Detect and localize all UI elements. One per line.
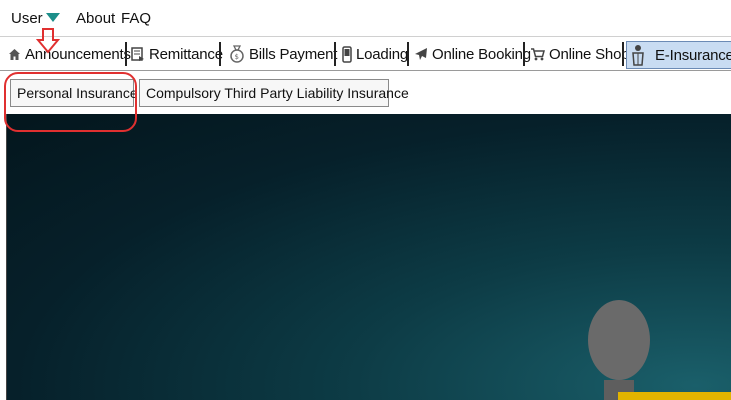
tab-divider [523, 42, 525, 66]
tab-bills-payment[interactable]: $ Bills Payment [229, 40, 337, 68]
tab-e-insurance[interactable]: E-Insurance [626, 41, 731, 69]
annotation-arrow-icon [36, 28, 60, 54]
subtab-ctpl-insurance[interactable]: Compulsory Third Party Liability Insuran… [139, 79, 409, 107]
menu-about[interactable]: About [76, 10, 115, 28]
tab-divider [407, 42, 409, 66]
tab-divider [622, 42, 624, 66]
tab-divider [125, 42, 127, 66]
menu-user[interactable]: User [11, 10, 43, 28]
user-dropdown-icon[interactable] [46, 13, 60, 22]
sub-tab-bar: Personal Insurance Compulsory Third Part… [0, 71, 731, 115]
tab-label: Remittance [149, 45, 223, 63]
subtab-personal-insurance[interactable]: Personal Insurance [10, 79, 138, 107]
tab-announcements[interactable]: Announcements [8, 40, 131, 68]
tab-label: Bills Payment [249, 45, 338, 63]
main-tab-bar: Announcements Remittance $ Bills Payment… [0, 38, 731, 71]
remittance-icon [131, 46, 145, 62]
person-silhouette-icon [588, 300, 650, 400]
menu-bar: User About FAQ [0, 0, 731, 37]
gold-strip [618, 392, 731, 400]
tab-online-booking[interactable]: Online Booking [414, 40, 531, 68]
insurance-icon [631, 44, 645, 66]
airplane-icon [414, 47, 428, 61]
bills-icon: $ [229, 44, 245, 64]
svg-text:$: $ [235, 53, 239, 61]
menu-faq[interactable]: FAQ [121, 10, 151, 28]
tab-label: Loading [356, 45, 408, 63]
tab-divider [334, 42, 336, 66]
tab-remittance[interactable]: Remittance [131, 40, 223, 68]
home-icon [8, 48, 21, 61]
tab-loading[interactable]: Loading [342, 40, 408, 68]
tab-label: E-Insurance [655, 46, 731, 64]
cart-icon [530, 47, 545, 61]
tab-online-shop[interactable]: Online Shop [530, 40, 630, 68]
tab-label: Online Booking [432, 45, 531, 63]
tab-divider [219, 42, 221, 66]
tab-label: Online Shop [549, 45, 630, 63]
phone-icon [342, 45, 352, 63]
